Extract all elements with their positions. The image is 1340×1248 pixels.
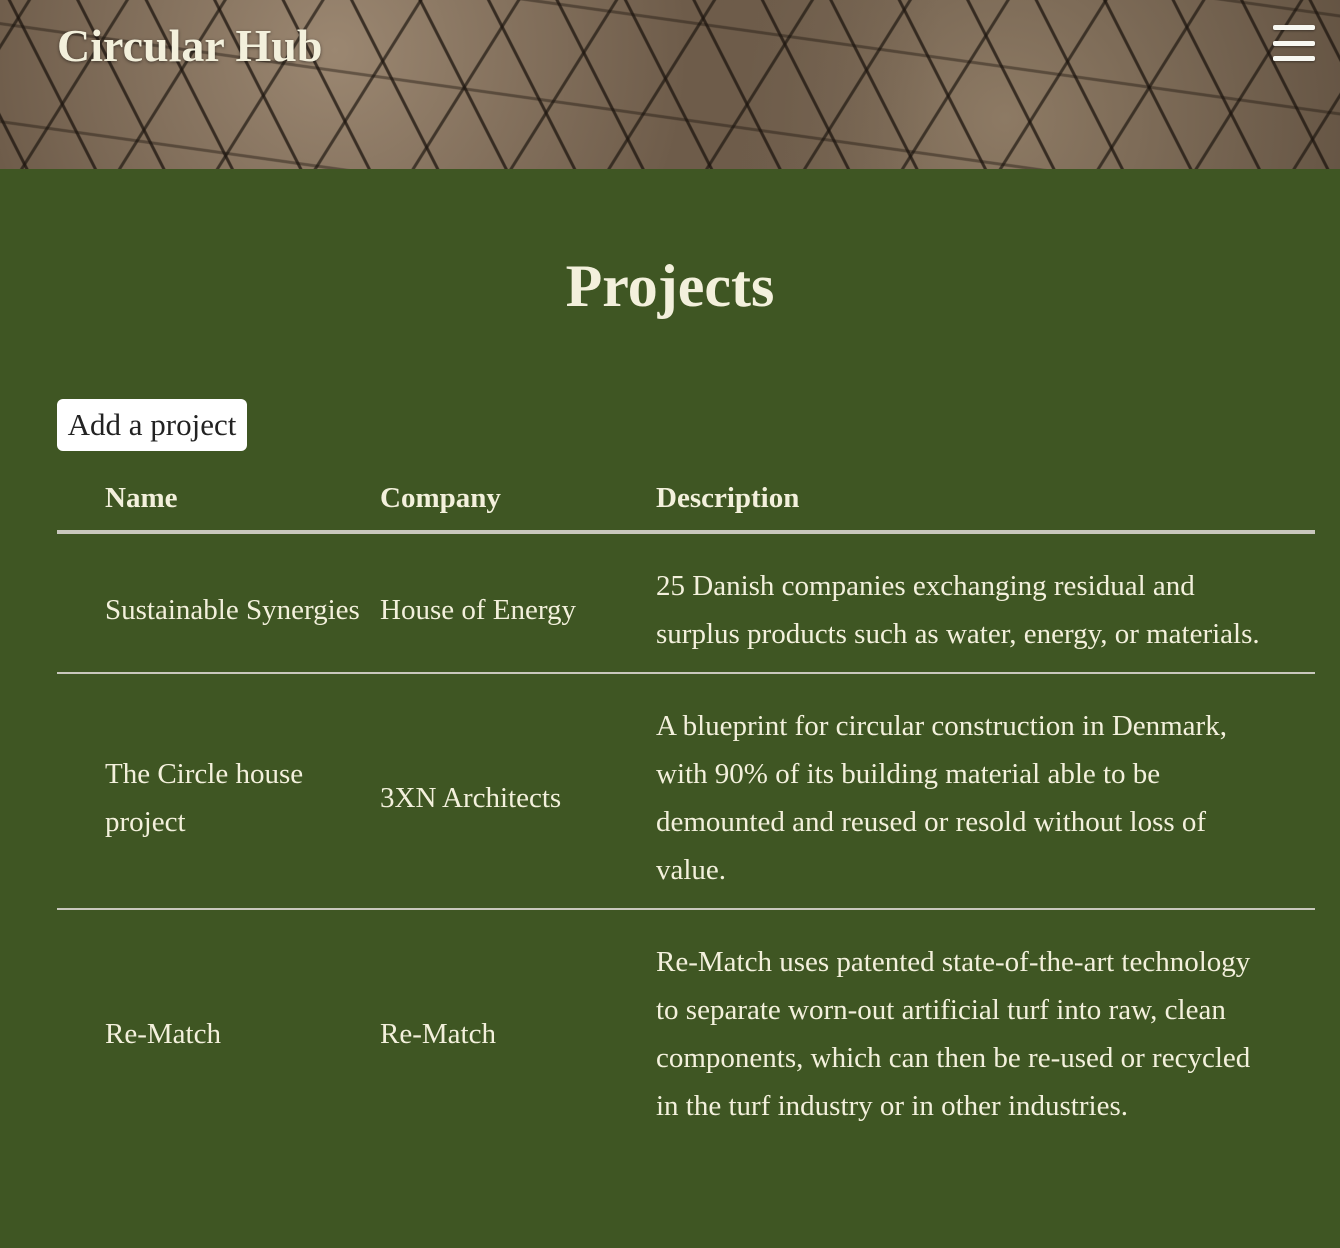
add-project-button[interactable]: Add a project (57, 399, 247, 451)
column-header-name: Name (105, 482, 178, 514)
column-header-company: Company (380, 482, 501, 514)
menu-bar (1273, 40, 1315, 46)
site-header: Circular Hub (0, 0, 1340, 169)
project-name-cell: Sustainable Synergies (105, 594, 360, 626)
projects-table: Name Company Description Sustainable Syn… (57, 466, 1315, 1144)
menu-bar (1273, 25, 1315, 30)
menu-bar (1273, 56, 1315, 61)
project-description-cell: 25 Danish companies exchanging residual … (656, 570, 1260, 650)
project-company-cell: House of Energy (380, 594, 576, 626)
project-name-cell: Re-Match (105, 1018, 221, 1050)
main-content: Projects Add a project Name Company Desc… (0, 169, 1340, 1122)
project-description-cell: Re-Match uses patented state-of-the-art … (656, 946, 1251, 1122)
table-row: Re-Match Re-Match Re-Match uses patented… (57, 909, 1315, 1144)
project-name-cell: The Circle house project (105, 758, 304, 838)
project-description-cell: A blueprint for circular construction in… (656, 710, 1227, 886)
table-row: Sustainable Synergies House of Energy 25… (57, 532, 1315, 673)
table-row: The Circle house project 3XN Architects … (57, 673, 1315, 909)
column-header-description: Description (656, 482, 800, 514)
page-title: Projects (565, 253, 775, 319)
hamburger-menu-icon[interactable] (1273, 25, 1315, 61)
project-company-cell: Re-Match (380, 1018, 496, 1050)
site-title[interactable]: Circular Hub (57, 18, 322, 74)
table-header-row: Name Company Description (57, 466, 1315, 532)
project-company-cell: 3XN Architects (380, 782, 562, 814)
